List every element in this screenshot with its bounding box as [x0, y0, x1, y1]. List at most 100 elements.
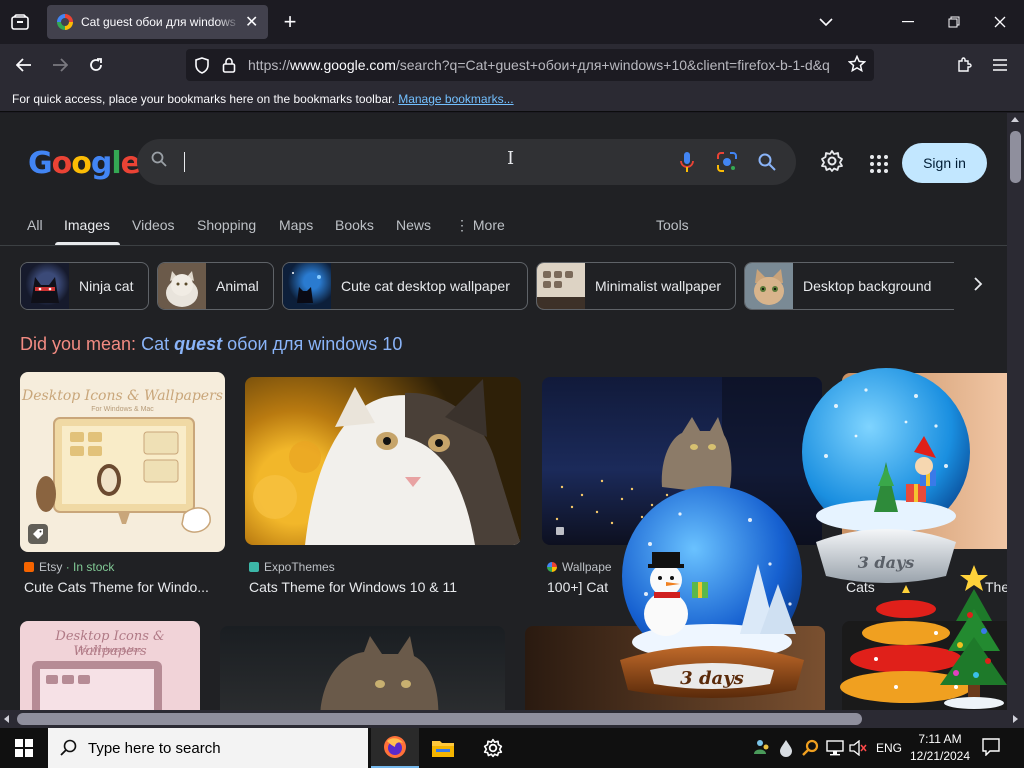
- result-title-2[interactable]: Cats Theme for Windows 10 & 11: [249, 579, 519, 595]
- chip-label: Animal: [216, 278, 259, 294]
- tray-clock[interactable]: 7:11 AM 12/21/2024: [906, 731, 974, 765]
- card-art-subtitle: For Windows & Mac: [78, 647, 142, 654]
- tray-volume-muted-icon[interactable]: [849, 739, 867, 761]
- tab-bar: Cat guest обои для windows 10 ✕ +: [0, 0, 1024, 44]
- google-results-page: Google I Sign in All Images Videos Shopp…: [0, 113, 1007, 710]
- taskbar-firefox-icon[interactable]: [371, 728, 419, 768]
- vertical-scrollbar[interactable]: [1007, 113, 1024, 710]
- scroll-up-arrow-icon[interactable]: [1011, 117, 1019, 122]
- chip-label: Desktop background: [803, 278, 932, 294]
- taskbar-search-placeholder: Type here to search: [88, 739, 221, 757]
- source-name: Wallpape: [562, 560, 612, 574]
- back-icon[interactable]: [8, 49, 40, 81]
- result-image-2[interactable]: [245, 377, 521, 545]
- lock-icon[interactable]: [222, 57, 236, 78]
- tab-books[interactable]: Books: [335, 217, 374, 233]
- forward-icon[interactable]: [44, 49, 76, 81]
- tab-maps[interactable]: Maps: [279, 217, 313, 233]
- google-logo-text: Google: [28, 146, 141, 181]
- search-type-tabs: All Images Videos Shopping Maps Books Ne…: [0, 213, 1007, 246]
- clock-date: 12/21/2024: [909, 749, 971, 763]
- taskbar-settings-gear-icon[interactable]: [469, 728, 517, 768]
- horizontal-scrollbar[interactable]: [0, 710, 1024, 728]
- search-box[interactable]: I: [137, 139, 796, 185]
- result-source-2[interactable]: ExpoThemes: [249, 560, 335, 574]
- chips-next-arrow-icon[interactable]: [966, 276, 990, 296]
- scroll-right-arrow-icon[interactable]: [1013, 715, 1018, 723]
- chip-thumbnail: [158, 263, 206, 309]
- search-submit-icon[interactable]: [753, 148, 781, 176]
- tray-network-icon[interactable]: [826, 740, 844, 761]
- tab-more[interactable]: ⋮ More: [455, 217, 505, 234]
- tracking-shield-icon[interactable]: [194, 57, 210, 79]
- tab-shopping[interactable]: Shopping: [197, 217, 256, 233]
- tab-images[interactable]: Images: [64, 217, 110, 233]
- source-name: Etsy: [39, 560, 63, 574]
- snow-globe-snowman-icon: 3 days: [620, 486, 804, 698]
- tray-drop-icon[interactable]: [779, 739, 793, 762]
- horizontal-scroll-thumb[interactable]: [17, 713, 862, 725]
- address-bar[interactable]: https://www.google.com/search?q=Cat+gues…: [186, 49, 874, 81]
- result-title-3[interactable]: 100+] Cat: [547, 579, 617, 595]
- taskbar-file-explorer-icon[interactable]: [419, 728, 467, 768]
- lens-search-icon[interactable]: [713, 148, 741, 176]
- chip-desktop-background[interactable]: Desktop background: [744, 262, 954, 310]
- result-title-1[interactable]: Cute Cats Theme for Windo...: [24, 579, 224, 595]
- chip-thumbnail: [537, 263, 585, 309]
- snow-globe-gift-icon: 3 days: [802, 368, 970, 583]
- chip-animal[interactable]: Animal: [157, 262, 274, 310]
- tab-news[interactable]: News: [396, 217, 431, 233]
- windows-start-icon[interactable]: [0, 728, 48, 768]
- close-tab-icon[interactable]: ✕: [245, 12, 258, 32]
- close-window-icon[interactable]: [984, 6, 1016, 38]
- active-tab[interactable]: Cat guest обои для windows 10 ✕: [47, 5, 268, 39]
- result-image-1[interactable]: Desktop Icons & Wallpapers For Windows &…: [20, 372, 225, 552]
- ibeam-cursor-icon: I: [507, 148, 515, 169]
- google-logo[interactable]: Google: [28, 146, 141, 181]
- restore-icon[interactable]: [938, 6, 970, 38]
- result-source-1[interactable]: Etsy · In stock: [24, 560, 114, 574]
- url-domain: www.google.com: [290, 57, 396, 73]
- stock-badge: · In stock: [65, 560, 115, 574]
- google-apps-icon[interactable]: [864, 149, 892, 177]
- bookmark-star-icon[interactable]: [847, 54, 867, 78]
- navigation-toolbar: https://www.google.com/search?q=Cat+gues…: [0, 44, 1024, 86]
- result-source-3[interactable]: Wallpape: [547, 560, 612, 574]
- did-you-mean-link[interactable]: Cat quest обои для windows 10: [141, 334, 402, 354]
- menu-icon[interactable]: [984, 49, 1016, 81]
- firefox-view-icon[interactable]: [4, 6, 36, 38]
- result-image-5[interactable]: Desktop Icons & Wallpapers For Windows &…: [20, 621, 200, 710]
- action-center-icon[interactable]: [982, 738, 1000, 761]
- chip-minimalist-wallpaper[interactable]: Minimalist wallpaper: [536, 262, 736, 310]
- result-image-6[interactable]: [220, 626, 505, 710]
- tray-people-icon[interactable]: [753, 738, 771, 761]
- bookmarks-hint: For quick access, place your bookmarks h…: [12, 92, 395, 106]
- scroll-left-arrow-icon[interactable]: [4, 715, 9, 723]
- suggestion-after: обои для windows 10: [227, 334, 403, 354]
- card-art-subtitle: For Windows & Mac: [91, 406, 154, 413]
- list-all-tabs-icon[interactable]: [810, 6, 842, 38]
- tools-button[interactable]: Tools: [656, 217, 689, 233]
- manage-bookmarks-link[interactable]: Manage bookmarks...: [398, 92, 513, 106]
- extensions-icon[interactable]: [948, 49, 980, 81]
- tray-search-app-icon[interactable]: [802, 739, 820, 762]
- url-text[interactable]: https://www.google.com/search?q=Cat+gues…: [248, 57, 840, 73]
- taskbar-search-box[interactable]: Type here to search: [48, 728, 368, 768]
- logo-letter: o: [51, 146, 73, 181]
- tab-videos[interactable]: Videos: [132, 217, 175, 233]
- voice-search-icon[interactable]: [673, 148, 701, 176]
- tray-language[interactable]: ENG: [876, 741, 902, 755]
- minimize-icon[interactable]: [892, 6, 924, 38]
- settings-gear-icon[interactable]: [818, 149, 846, 177]
- sign-in-button[interactable]: Sign in: [902, 143, 987, 183]
- reload-icon[interactable]: [80, 49, 112, 81]
- vertical-scroll-thumb[interactable]: [1010, 131, 1021, 183]
- chip-label: Ninja cat: [79, 278, 134, 294]
- chip-cute-cat-desktop-wallpaper[interactable]: Cute cat desktop wallpaper: [282, 262, 528, 310]
- logo-letter: o: [71, 146, 92, 181]
- tab-all[interactable]: All: [27, 217, 43, 233]
- chip-ninja-cat[interactable]: Ninja cat: [20, 262, 149, 310]
- search-input[interactable]: [187, 149, 687, 175]
- search-icon: [151, 151, 167, 172]
- new-tab-icon[interactable]: +: [274, 6, 306, 38]
